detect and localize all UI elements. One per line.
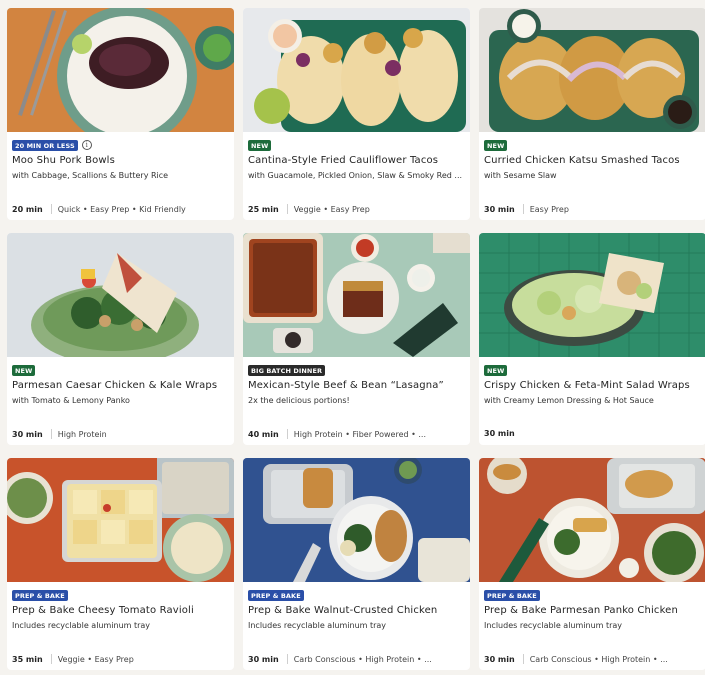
recipe-meta: 30 min Carb Conscious • High Protein • .… bbox=[248, 654, 466, 664]
badge-row: PREP & BAKE bbox=[12, 589, 68, 601]
cook-time: 30 min bbox=[248, 654, 279, 664]
recipe-title[interactable]: Prep & Bake Parmesan Panko Chicken bbox=[484, 605, 702, 616]
badge-row: NEW bbox=[484, 364, 508, 376]
badge-row: PREP & BAKE bbox=[248, 589, 304, 601]
badge-row: PREP & BAKE bbox=[484, 589, 540, 601]
cook-time: 30 min bbox=[484, 654, 515, 664]
recipe-subtitle: with Cabbage, Scallions & Buttery Rice bbox=[12, 171, 169, 180]
badge-new: NEW bbox=[12, 364, 36, 376]
recipe-meta: 20 min Quick • Easy Prep • Kid Friendly bbox=[12, 204, 230, 214]
recipe-subtitle: with Tomato & Lemony Panko bbox=[12, 396, 130, 405]
divider bbox=[522, 204, 524, 214]
recipe-tags: Easy Prep bbox=[529, 204, 569, 214]
recipe-subtitle: Includes recyclable aluminum tray bbox=[484, 621, 623, 630]
divider bbox=[50, 429, 52, 439]
recipe-card-parmesan-caesar-kale-wraps[interactable]: NEW Parmesan Caesar Chicken & Kale Wraps… bbox=[7, 233, 234, 445]
recipe-card-prep-bake-walnut-crusted-chicken[interactable]: PREP & BAKE Prep & Bake Walnut-Crusted C… bbox=[243, 458, 470, 670]
recipe-photo bbox=[7, 233, 234, 357]
recipe-card-prep-bake-parmesan-panko-chicken[interactable]: PREP & BAKE Prep & Bake Parmesan Panko C… bbox=[479, 458, 705, 670]
recipe-subtitle: with Sesame Slaw bbox=[484, 171, 557, 180]
recipe-tags: Carb Conscious • High Protein • ... bbox=[293, 654, 432, 664]
recipe-title[interactable]: Moo Shu Pork Bowls bbox=[12, 155, 230, 166]
recipe-title[interactable]: Curried Chicken Katsu Smashed Tacos bbox=[484, 155, 702, 166]
recipe-photo bbox=[243, 8, 470, 132]
recipe-tags: High Protein bbox=[57, 429, 107, 439]
divider bbox=[50, 654, 52, 664]
divider bbox=[286, 429, 288, 439]
divider bbox=[50, 204, 52, 214]
cook-time: 25 min bbox=[248, 204, 279, 214]
divider bbox=[286, 204, 288, 214]
badge-row: NEW bbox=[248, 139, 272, 151]
recipe-subtitle: Includes recyclable aluminum tray bbox=[248, 621, 387, 630]
recipe-photo bbox=[7, 8, 234, 132]
recipe-tags: High Protein • Fiber Powered • ... bbox=[293, 429, 426, 439]
badge-row: BIG BATCH DINNER bbox=[248, 364, 326, 376]
badge-prep-and-bake: PREP & BAKE bbox=[12, 589, 68, 601]
info-icon[interactable]: i bbox=[81, 140, 92, 150]
recipe-card-moo-shu-pork-bowls[interactable]: 20 MIN OR LESS i Moo Shu Pork Bowls with… bbox=[7, 8, 234, 220]
badge-new: NEW bbox=[484, 139, 508, 151]
badge-row: NEW bbox=[484, 139, 508, 151]
recipe-photo bbox=[7, 458, 234, 582]
cook-time: 30 min bbox=[484, 429, 515, 438]
recipe-title[interactable]: Crispy Chicken & Feta-Mint Salad Wraps bbox=[484, 380, 702, 391]
recipe-photo bbox=[479, 458, 705, 582]
recipe-subtitle: with Guacamole, Pickled Onion, Slaw & Sm… bbox=[248, 171, 463, 180]
recipe-photo bbox=[243, 233, 470, 357]
recipe-title[interactable]: Prep & Bake Walnut-Crusted Chicken bbox=[248, 605, 466, 616]
badge-big-batch-dinner: BIG BATCH DINNER bbox=[248, 364, 326, 376]
badge-row: NEW bbox=[12, 364, 36, 376]
recipe-tags: Veggie • Easy Prep bbox=[57, 654, 134, 664]
recipe-meta: 30 min Easy Prep bbox=[484, 204, 702, 214]
badge-prep-and-bake: PREP & BAKE bbox=[248, 589, 304, 601]
recipe-subtitle: 2x the delicious portions! bbox=[248, 396, 350, 405]
recipe-card-crispy-chicken-feta-mint-wraps[interactable]: NEW Crispy Chicken & Feta-Mint Salad Wra… bbox=[479, 233, 705, 445]
recipe-subtitle: Includes recyclable aluminum tray bbox=[12, 621, 151, 630]
badge-prep-and-bake: PREP & BAKE bbox=[484, 589, 540, 601]
recipe-meta: 30 min bbox=[484, 429, 702, 438]
recipe-meta: 30 min High Protein bbox=[12, 429, 230, 439]
cook-time: 30 min bbox=[12, 429, 43, 439]
recipe-meta: 40 min High Protein • Fiber Powered • ..… bbox=[248, 429, 466, 439]
recipe-photo bbox=[479, 8, 705, 132]
badge-new: NEW bbox=[484, 364, 508, 376]
recipe-title[interactable]: Mexican-Style Beef & Bean “Lasagna” bbox=[248, 380, 466, 391]
badge-new: NEW bbox=[248, 139, 272, 151]
divider bbox=[286, 654, 288, 664]
recipe-card-mexican-beef-bean-lasagna[interactable]: BIG BATCH DINNER Mexican-Style Beef & Be… bbox=[243, 233, 470, 445]
cook-time: 40 min bbox=[248, 429, 279, 439]
badge-20-min-or-less: 20 MIN OR LESS bbox=[12, 139, 78, 151]
recipe-subtitle: with Creamy Lemon Dressing & Hot Sauce bbox=[484, 396, 654, 405]
recipe-meta: 35 min Veggie • Easy Prep bbox=[12, 654, 230, 664]
cook-time: 20 min bbox=[12, 204, 43, 214]
recipe-meta: 30 min Carb Conscious • High Protein • .… bbox=[484, 654, 702, 664]
recipe-meta: 25 min Veggie • Easy Prep bbox=[248, 204, 466, 214]
recipe-card-curried-chicken-katsu-tacos[interactable]: NEW Curried Chicken Katsu Smashed Tacos … bbox=[479, 8, 705, 220]
recipe-photo bbox=[479, 233, 705, 357]
recipe-title[interactable]: Cantina-Style Fried Cauliflower Tacos bbox=[248, 155, 466, 166]
recipe-title[interactable]: Parmesan Caesar Chicken & Kale Wraps bbox=[12, 380, 230, 391]
badge-row: 20 MIN OR LESS i bbox=[12, 139, 92, 151]
recipe-photo bbox=[243, 458, 470, 582]
recipe-card-cantina-cauliflower-tacos[interactable]: NEW Cantina-Style Fried Cauliflower Taco… bbox=[243, 8, 470, 220]
recipe-tags: Quick • Easy Prep • Kid Friendly bbox=[57, 204, 186, 214]
recipe-tags: Veggie • Easy Prep bbox=[293, 204, 370, 214]
divider bbox=[522, 654, 524, 664]
recipe-card-prep-bake-cheesy-tomato-ravioli[interactable]: PREP & BAKE Prep & Bake Cheesy Tomato Ra… bbox=[7, 458, 234, 670]
cook-time: 30 min bbox=[484, 204, 515, 214]
recipe-tags: Carb Conscious • High Protein • ... bbox=[529, 654, 668, 664]
recipe-title[interactable]: Prep & Bake Cheesy Tomato Ravioli bbox=[12, 605, 230, 616]
cook-time: 35 min bbox=[12, 654, 43, 664]
